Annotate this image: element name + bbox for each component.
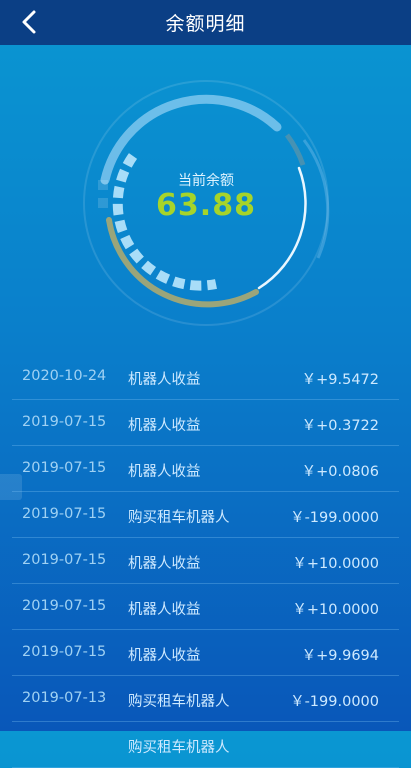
transaction-list: 2020-10-24 机器人收益 ￥+9.5472 2019-07-15 机器人收益 ￥+… (12, 354, 399, 768)
list-item[interactable]: 购买租车机器人 (12, 722, 399, 768)
record-amount: ￥+0.3722 (301, 418, 379, 434)
record-description: 购买租车机器人 (128, 510, 230, 526)
record-amount: ￥+9.5472 (301, 372, 379, 388)
list-item[interactable]: 2019-07-15 机器人收益 ￥+0.0806 (12, 446, 399, 492)
record-date: 2019-07-15 (22, 598, 107, 614)
balance-value: 63.88 (156, 188, 256, 223)
record-amount: ￥-199.0000 (290, 510, 379, 526)
chevron-left-icon (22, 10, 36, 34)
back-button[interactable] (14, 6, 44, 38)
list-item[interactable]: 2019-07-15 机器人收益 ￥+10.0000 (12, 538, 399, 584)
list-item[interactable]: 2019-07-15 购买租车机器人 ￥-199.0000 (12, 492, 399, 538)
record-date: 2019-07-13 (22, 690, 107, 706)
record-description: 购买租车机器人 (128, 694, 230, 710)
record-description: 机器人收益 (128, 602, 201, 618)
record-description: 购买租车机器人 (128, 740, 230, 756)
record-amount: ￥+9.9694 (301, 648, 379, 664)
record-date: 2019-07-15 (22, 506, 107, 522)
record-description: 机器人收益 (128, 418, 201, 434)
record-description: 机器人收益 (128, 464, 201, 480)
record-date: 2019-07-15 (22, 552, 107, 568)
record-description: 机器人收益 (128, 372, 201, 388)
list-item[interactable]: 2019-07-15 机器人收益 ￥+9.9694 (12, 630, 399, 676)
record-date: 2019-07-15 (22, 414, 107, 430)
record-date: 2020-10-24 (22, 368, 107, 384)
record-amount: ￥+10.0000 (292, 556, 379, 572)
balance-label: 当前余额 (178, 173, 234, 189)
record-amount: ￥-199.0000 (290, 694, 379, 710)
record-amount: ￥+10.0000 (292, 602, 379, 618)
list-item[interactable]: 2019-07-13 购买租车机器人 ￥-199.0000 (12, 676, 399, 722)
list-item[interactable]: 2019-07-15 机器人收益 ￥+0.3722 (12, 400, 399, 446)
record-date: 2019-07-15 (22, 644, 107, 660)
page-title: 余额明细 (165, 13, 246, 35)
list-item[interactable]: 2019-07-15 机器人收益 ￥+10.0000 (12, 584, 399, 630)
list-item[interactable]: 2020-10-24 机器人收益 ￥+9.5472 (12, 354, 399, 400)
header-bar: 余额明细 (0, 0, 411, 45)
record-description: 机器人收益 (128, 648, 201, 664)
record-amount: ￥+0.0806 (301, 464, 379, 480)
record-description: 机器人收益 (128, 556, 201, 572)
record-date: 2019-07-15 (22, 460, 107, 476)
balance-gauge: 当前余额 63.88 (81, 78, 331, 328)
